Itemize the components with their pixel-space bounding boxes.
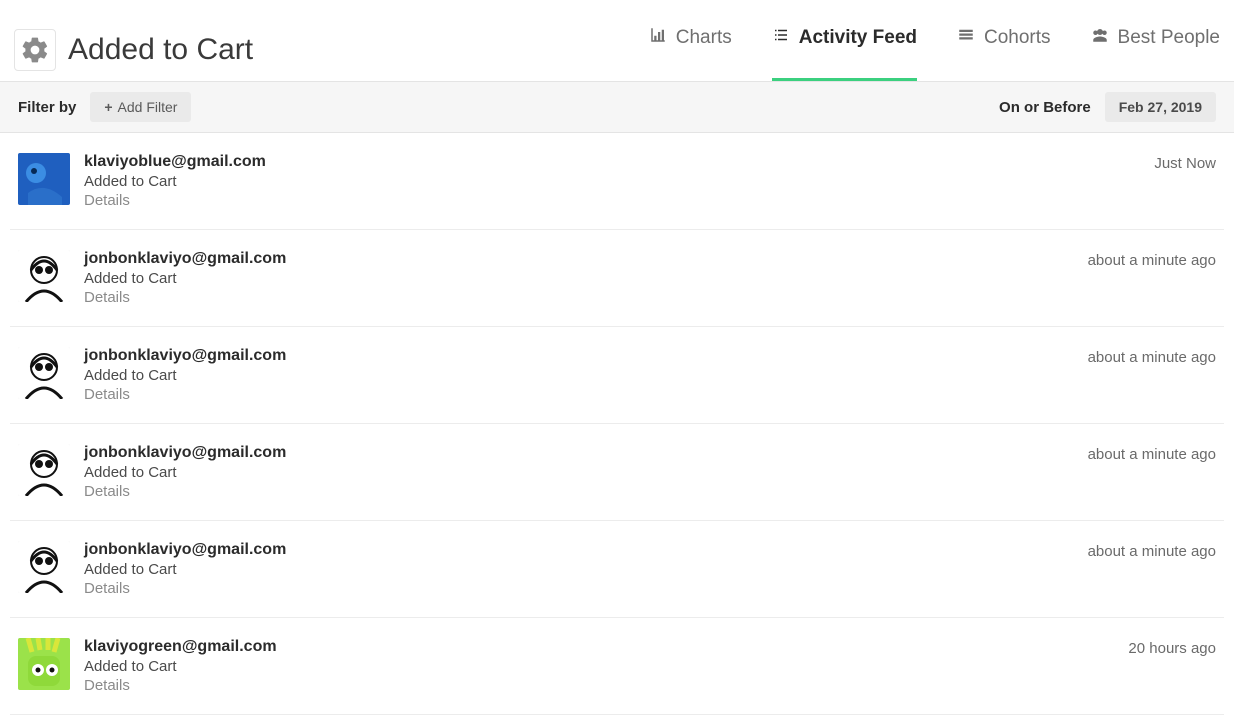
feed-email[interactable]: klaviyogreen@gmail.com bbox=[84, 638, 277, 656]
avatar[interactable] bbox=[18, 153, 70, 205]
feed-action: Added to Cart bbox=[84, 561, 286, 578]
tab-charts[interactable]: Charts bbox=[649, 26, 732, 81]
details-link[interactable]: Details bbox=[84, 386, 286, 403]
tab-label: Activity Feed bbox=[799, 27, 917, 49]
details-link[interactable]: Details bbox=[84, 483, 286, 500]
feed-action: Added to Cart bbox=[84, 464, 286, 481]
feed-item: klaviyoblue@gmail.com Added to Cart Deta… bbox=[10, 133, 1224, 230]
avatar[interactable] bbox=[18, 444, 70, 496]
feed-time: about a minute ago bbox=[1088, 347, 1216, 403]
feed-item: jonbonklaviyo@gmail.com Added to Cart De… bbox=[10, 230, 1224, 327]
feed-email[interactable]: jonbonklaviyo@gmail.com bbox=[84, 541, 286, 559]
add-filter-button[interactable]: + Add Filter bbox=[90, 92, 191, 122]
feed-email[interactable]: jonbonklaviyo@gmail.com bbox=[84, 444, 286, 462]
tab-label: Best People bbox=[1118, 27, 1220, 49]
on-or-before-label: On or Before bbox=[999, 99, 1091, 116]
feed-item: klaviyogreen@gmail.com Added to Cart Det… bbox=[10, 618, 1224, 715]
filter-by-label: Filter by bbox=[18, 99, 76, 116]
avatar[interactable] bbox=[18, 541, 70, 593]
avatar[interactable] bbox=[18, 347, 70, 399]
feed-action: Added to Cart bbox=[84, 658, 277, 675]
feed-email[interactable]: klaviyoblue@gmail.com bbox=[84, 153, 266, 171]
feed-item: jonbonklaviyo@gmail.com Added to Cart De… bbox=[10, 327, 1224, 424]
tab-label: Cohorts bbox=[984, 27, 1051, 49]
date-filter-button[interactable]: Feb 27, 2019 bbox=[1105, 92, 1216, 122]
page-title: Added to Cart bbox=[68, 33, 253, 67]
feed-time: 20 hours ago bbox=[1128, 638, 1216, 694]
tab-best-people[interactable]: Best People bbox=[1091, 26, 1220, 81]
tab-cohorts[interactable]: Cohorts bbox=[957, 26, 1051, 81]
details-link[interactable]: Details bbox=[84, 677, 277, 694]
add-filter-label: Add Filter bbox=[118, 99, 178, 115]
feed-email[interactable]: jonbonklaviyo@gmail.com bbox=[84, 250, 286, 268]
feed-item: jonbonklaviyo@gmail.com Added to Cart De… bbox=[10, 521, 1224, 618]
feed-time: about a minute ago bbox=[1088, 444, 1216, 500]
avatar[interactable] bbox=[18, 638, 70, 690]
avatar[interactable] bbox=[18, 250, 70, 302]
plus-icon: + bbox=[104, 99, 112, 115]
filter-bar: Filter by + Add Filter On or Before Feb … bbox=[0, 82, 1234, 133]
activity-feed: klaviyoblue@gmail.com Added to Cart Deta… bbox=[0, 133, 1234, 715]
details-link[interactable]: Details bbox=[84, 580, 286, 597]
tab-label: Charts bbox=[676, 27, 732, 49]
tab-bar: Charts Activity Feed Cohorts Best People bbox=[649, 18, 1220, 81]
feed-action: Added to Cart bbox=[84, 367, 286, 384]
feed-action: Added to Cart bbox=[84, 270, 286, 287]
tab-activity-feed[interactable]: Activity Feed bbox=[772, 26, 917, 81]
details-link[interactable]: Details bbox=[84, 192, 266, 209]
feed-email[interactable]: jonbonklaviyo@gmail.com bbox=[84, 347, 286, 365]
feed-action: Added to Cart bbox=[84, 173, 266, 190]
details-link[interactable]: Details bbox=[84, 289, 286, 306]
feed-time: Just Now bbox=[1154, 153, 1216, 209]
chart-icon bbox=[649, 26, 667, 50]
grid-icon bbox=[957, 26, 975, 50]
people-icon bbox=[1091, 26, 1109, 50]
feed-time: about a minute ago bbox=[1088, 541, 1216, 597]
feed-item: jonbonklaviyo@gmail.com Added to Cart De… bbox=[10, 424, 1224, 521]
feed-time: about a minute ago bbox=[1088, 250, 1216, 306]
list-icon bbox=[772, 26, 790, 50]
gear-icon bbox=[14, 29, 56, 71]
